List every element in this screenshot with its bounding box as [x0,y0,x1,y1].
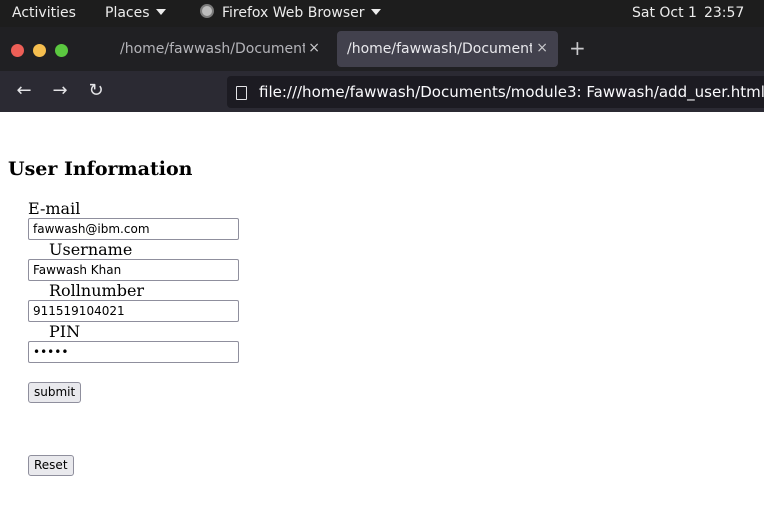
rollnumber-field[interactable]: 911519104021 [28,300,239,322]
window-minimize-button[interactable] [33,44,46,57]
activities-button[interactable]: Activities [12,5,76,22]
reload-icon[interactable]: ↻ [85,80,107,102]
rollnumber-label: Rollnumber [49,281,145,300]
app-menu[interactable]: Firefox Web Browser [200,4,381,22]
username-label: Username [49,240,133,259]
forward-arrow-icon[interactable]: → [49,80,71,102]
window-close-button[interactable] [11,44,24,57]
clock-time: 23:57 [703,5,745,21]
firefox-icon [200,4,214,18]
chevron-down-icon [155,9,166,15]
close-icon[interactable]: × [536,39,548,57]
page-content: User Information E-mail fawwash@ibm.com … [0,112,764,516]
pin-label: PIN [49,322,81,341]
clock-date: Sat Oct 1 [632,5,697,21]
system-top-bar: Activities Places Firefox Web Browser Sa… [0,0,764,27]
pin-field[interactable]: ••••• [28,341,239,363]
app-name: Firefox Web Browser [222,5,365,21]
username-field[interactable]: Fawwash Khan [28,259,239,281]
navigation-bar: ← → ↻ file:///home/fawwash/Documents/mod… [0,71,764,112]
tab-inactive[interactable]: /home/fawwash/Documents × [110,31,330,67]
chevron-down-icon [370,9,381,15]
tab-title: /home/fawwash/Documents [347,41,532,57]
url-bar[interactable]: file:///home/fawwash/Documents/module3: … [227,76,764,108]
close-icon[interactable]: × [308,39,320,57]
places-menu[interactable]: Places [105,5,166,22]
back-arrow-icon[interactable]: ← [13,80,35,102]
window-maximize-button[interactable] [55,44,68,57]
email-label: E-mail [28,199,81,218]
tab-active[interactable]: /home/fawwash/Documents × [337,31,558,67]
tab-strip: /home/fawwash/Documents × /home/fawwash/… [0,27,764,71]
page-title: User Information [8,158,193,180]
tab-title: /home/fawwash/Documents [120,41,305,57]
places-label: Places [105,5,150,21]
reset-button[interactable]: Reset [28,455,74,476]
url-text: file:///home/fawwash/Documents/module3: … [259,83,764,101]
clock[interactable]: Sat Oct 1 23:57 [632,5,744,22]
new-tab-icon[interactable]: + [569,36,586,60]
submit-button[interactable]: submit [28,382,82,403]
page-icon [236,86,247,100]
email-field[interactable]: fawwash@ibm.com [28,218,239,240]
